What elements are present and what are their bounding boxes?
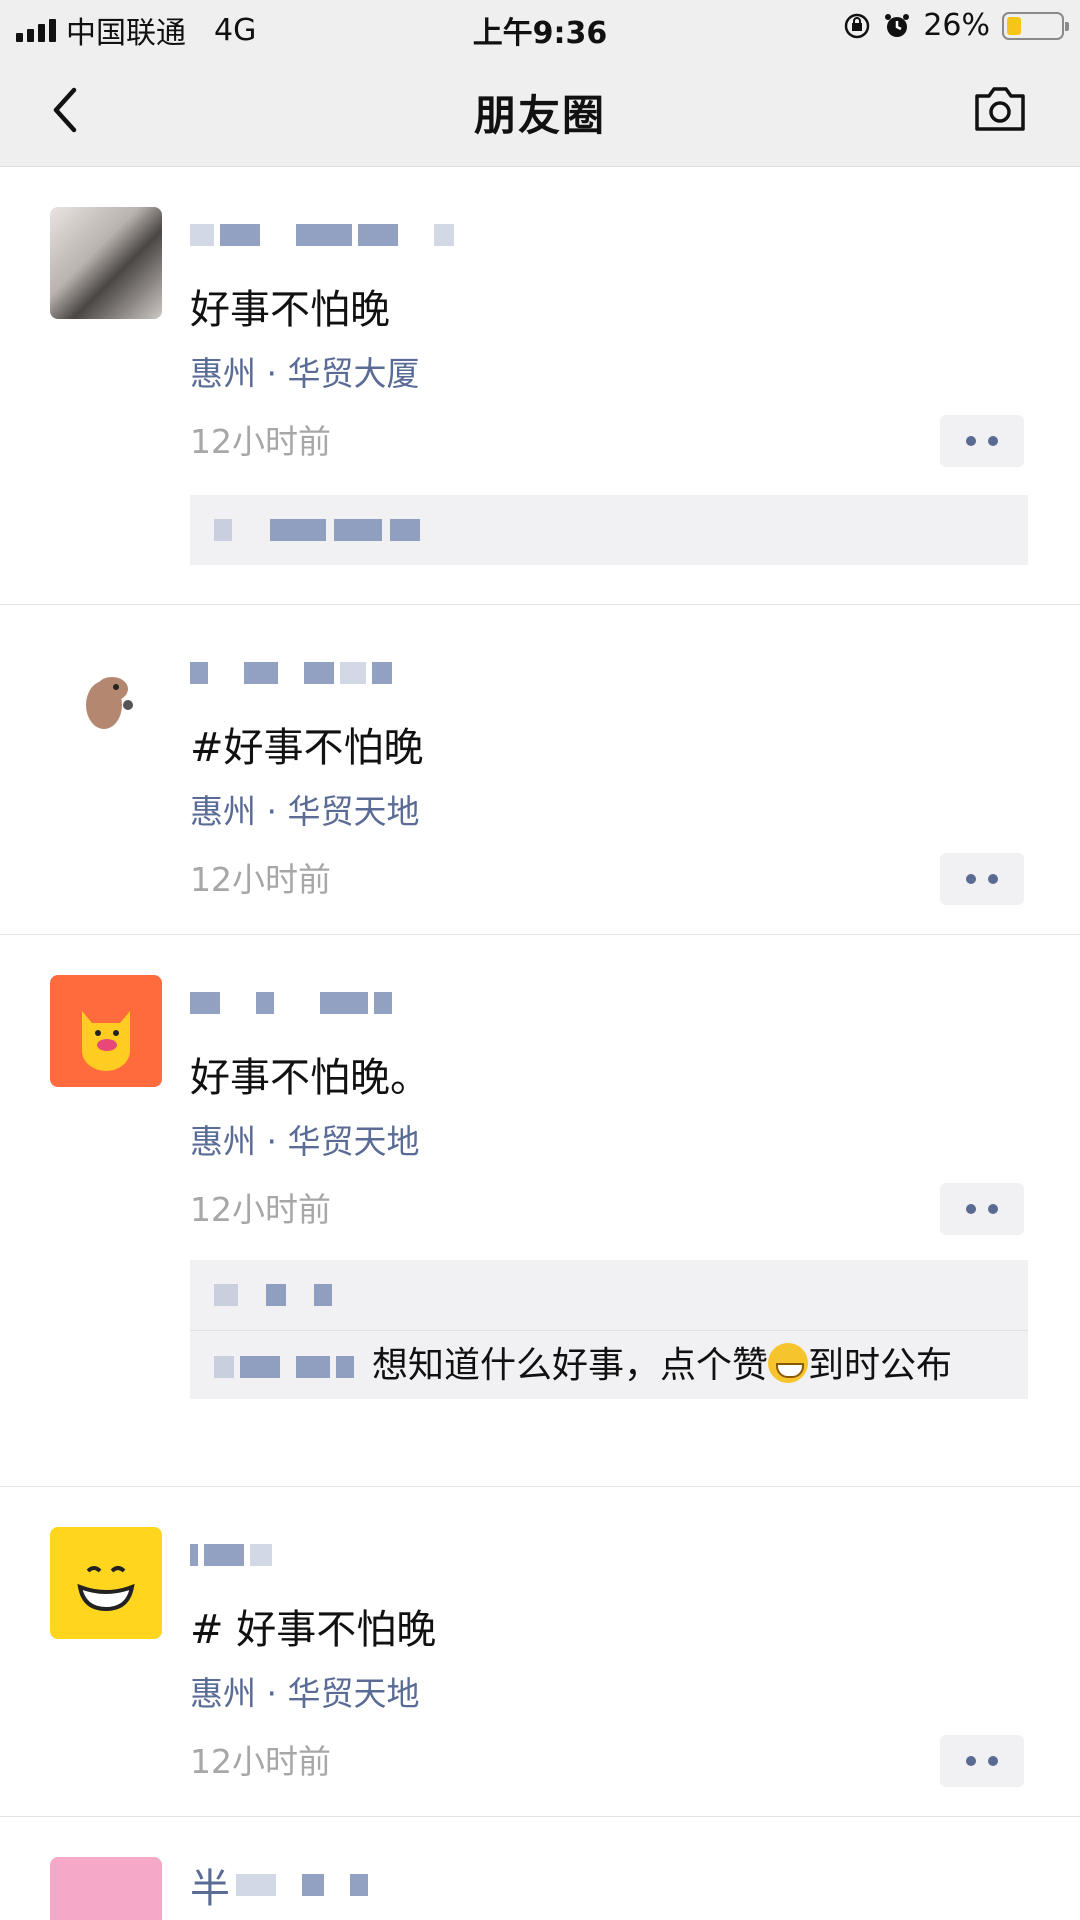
avatar[interactable] — [50, 1857, 162, 1920]
post-time: 12小时前 — [190, 1742, 331, 1781]
more-options-button[interactable] — [940, 1735, 1024, 1787]
moments-feed[interactable]: 好事不怕晚 惠州 · 华贸大厦 12小时前 #好事不怕晚 惠州 · 华贸天地 1… — [0, 167, 1080, 1920]
grinning-emoji-icon — [768, 1343, 809, 1383]
comment-text-end: 到时公布 — [808, 1345, 953, 1386]
moment-post: 好事不怕晚。 惠州 · 华贸天地 12小时前 想知道什么好事，点个赞 到时公布 — [0, 935, 1080, 1487]
likes-box — [190, 495, 1028, 565]
battery-level — [1007, 16, 1021, 35]
author-name-partial[interactable]: 半 — [190, 1866, 368, 1912]
post-location[interactable]: 惠州 · 华贸天地 — [190, 1667, 419, 1715]
battery-icon — [1002, 11, 1069, 40]
camera-icon[interactable] — [972, 84, 1028, 134]
post-text: # 好事不怕晚 — [190, 1607, 437, 1653]
post-text: #好事不怕晚 — [190, 725, 424, 771]
more-options-button[interactable] — [940, 1183, 1024, 1235]
comment[interactable]: 想知道什么好事，点个赞 到时公布 — [190, 1330, 1028, 1399]
author-name-redacted[interactable] — [190, 655, 392, 691]
more-options-button[interactable] — [940, 415, 1024, 467]
alarm-icon — [883, 12, 911, 40]
comment-author-redacted[interactable] — [214, 1356, 354, 1378]
orientation-lock-icon — [843, 12, 871, 40]
author-name-redacted[interactable] — [190, 1537, 272, 1573]
moment-post: 好事不怕晚 惠州 · 华贸大厦 12小时前 — [0, 167, 1080, 605]
post-location[interactable]: 惠州 · 华贸天地 — [190, 1115, 419, 1163]
avatar[interactable] — [50, 207, 162, 319]
post-text: 好事不怕晚。 — [190, 1055, 430, 1101]
more-options-button[interactable] — [940, 853, 1024, 905]
post-time: 12小时前 — [190, 860, 331, 899]
avatar[interactable] — [50, 975, 162, 1087]
status-right: 26% — [843, 8, 1069, 43]
post-location[interactable]: 惠州 · 华贸天地 — [190, 785, 419, 833]
moment-post: #好事不怕晚 惠州 · 华贸天地 12小时前 — [0, 605, 1080, 935]
moment-post: 半 — [0, 1817, 1080, 1920]
nav-bar: 朋友圈 — [0, 52, 1080, 167]
like-list — [190, 1260, 1028, 1330]
avatar[interactable] — [50, 1527, 162, 1639]
post-location[interactable]: 惠州 · 华贸大厦 — [190, 347, 419, 395]
battery-percent: 26% — [923, 8, 990, 43]
like-list — [190, 495, 1028, 565]
post-text: 好事不怕晚 — [190, 287, 390, 333]
post-time: 12小时前 — [190, 422, 331, 461]
author-name-redacted[interactable] — [190, 217, 454, 253]
comment-text: 想知道什么好事，点个赞 — [372, 1345, 769, 1386]
page-title: 朋友圈 — [473, 91, 606, 140]
author-name-visible: 半 — [190, 1866, 230, 1912]
author-name-redacted[interactable] — [190, 985, 392, 1021]
moment-post: # 好事不怕晚 惠州 · 华贸天地 12小时前 — [0, 1487, 1080, 1817]
avatar[interactable] — [50, 645, 162, 757]
post-time: 12小时前 — [190, 1190, 331, 1229]
interaction-box: 想知道什么好事，点个赞 到时公布 — [190, 1260, 1028, 1399]
status-bar: 中国联通 4G 上午9:36 26% — [0, 0, 1080, 52]
